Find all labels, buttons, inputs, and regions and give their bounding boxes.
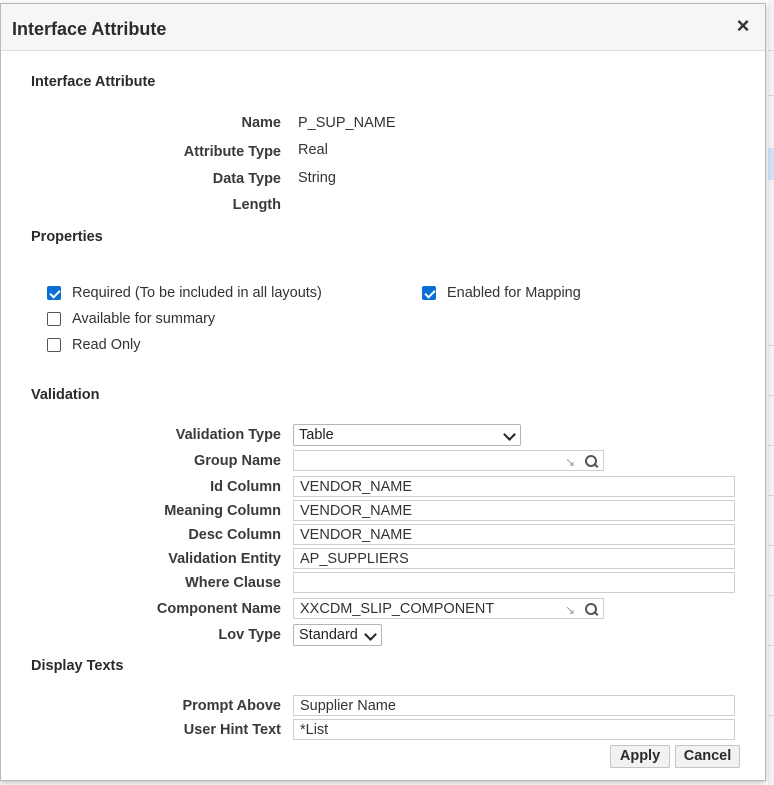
meaning-column-label: Meaning Column: [164, 503, 281, 519]
id-column-label: Id Column: [210, 479, 281, 495]
dialog-title: Interface Attribute: [12, 19, 167, 39]
component-name-input[interactable]: XXCDM_SLIP_COMPONENT ↘: [293, 598, 604, 619]
section-validation: Validation: [31, 387, 100, 403]
lov-type-value: Standard: [299, 627, 358, 643]
desc-column-label: Desc Column: [188, 527, 281, 543]
chevron-down-icon: [364, 628, 377, 641]
background-divider: [768, 545, 774, 546]
name-label: Name: [241, 115, 282, 131]
name-value: P_SUP_NAME: [298, 115, 396, 131]
background-divider: [768, 495, 774, 496]
component-name-label: Component Name: [156, 601, 281, 617]
dialog-titlebar: Interface Attribute ×: [1, 4, 765, 51]
available-for-summary-checkbox[interactable]: [47, 312, 61, 326]
background-divider: [768, 445, 774, 446]
background-divider: [768, 95, 774, 96]
data-type-label: Data Type: [212, 171, 281, 187]
background-divider: [768, 645, 774, 646]
section-display-texts: Display Texts: [31, 658, 124, 674]
required-checkbox[interactable]: [47, 286, 61, 300]
available-for-summary-checkbox-row[interactable]: Available for summary: [47, 310, 215, 328]
section-interface-attribute: Interface Attribute: [31, 74, 156, 90]
validation-entity-input[interactable]: AP_SUPPLIERS: [293, 548, 735, 569]
enabled-for-mapping-checkbox-row[interactable]: Enabled for Mapping: [422, 284, 581, 302]
validation-type-value: Table: [299, 427, 334, 443]
background-divider: [768, 715, 774, 716]
clear-corner-icon[interactable]: ↘: [565, 601, 575, 618]
group-name-label: Group Name: [193, 453, 281, 469]
apply-button[interactable]: Apply: [610, 745, 670, 768]
section-properties: Properties: [31, 229, 103, 245]
background-page: [768, 0, 774, 785]
available-for-summary-label: Available for summary: [72, 311, 216, 327]
component-name-value: XXCDM_SLIP_COMPONENT: [300, 601, 495, 617]
enabled-for-mapping-label: Enabled for Mapping: [447, 285, 581, 301]
length-label: Length: [232, 197, 281, 213]
attribute-type-value: Real: [298, 142, 328, 158]
lov-type-label: Lov Type: [218, 627, 281, 643]
validation-type-select[interactable]: Table: [293, 424, 521, 446]
required-checkbox-row[interactable]: Required (To be included in all layouts): [47, 284, 322, 302]
background-divider: [768, 595, 774, 596]
enabled-for-mapping-checkbox[interactable]: [422, 286, 436, 300]
meaning-column-input[interactable]: VENDOR_NAME: [293, 500, 735, 521]
user-hint-text-input[interactable]: *List: [293, 719, 735, 740]
where-clause-input[interactable]: [293, 572, 735, 593]
read-only-label: Read Only: [72, 337, 141, 353]
clear-corner-icon[interactable]: ↘: [565, 453, 575, 470]
component-name-lov-icons: ↘: [565, 601, 597, 618]
validation-type-label: Validation Type: [175, 427, 281, 443]
group-name-lov-icons: ↘: [565, 453, 597, 470]
search-icon[interactable]: [585, 455, 597, 467]
background-divider: [768, 50, 774, 51]
prompt-above-input[interactable]: Supplier Name: [293, 695, 735, 716]
group-name-input[interactable]: ↘: [293, 450, 604, 471]
background-divider: [768, 395, 774, 396]
validation-entity-label: Validation Entity: [168, 551, 281, 567]
search-icon[interactable]: [585, 603, 597, 615]
user-hint-text-label: User Hint Text: [183, 722, 281, 738]
chevron-down-icon: [503, 428, 516, 441]
data-type-value: String: [298, 170, 336, 186]
prompt-above-label: Prompt Above: [182, 698, 281, 714]
id-column-input[interactable]: VENDOR_NAME: [293, 476, 735, 497]
desc-column-input[interactable]: VENDOR_NAME: [293, 524, 735, 545]
lov-type-select[interactable]: Standard: [293, 624, 382, 646]
background-selection: [768, 148, 774, 180]
background-divider: [768, 345, 774, 346]
interface-attribute-dialog: Interface Attribute × Interface Attribut…: [0, 3, 766, 781]
read-only-checkbox[interactable]: [47, 338, 61, 352]
where-clause-label: Where Clause: [185, 575, 281, 591]
attribute-type-label: Attribute Type: [183, 144, 281, 160]
read-only-checkbox-row[interactable]: Read Only: [47, 336, 141, 354]
required-label: Required (To be included in all layouts): [72, 285, 322, 301]
close-icon[interactable]: ×: [733, 15, 753, 37]
cancel-button[interactable]: Cancel: [675, 745, 740, 768]
